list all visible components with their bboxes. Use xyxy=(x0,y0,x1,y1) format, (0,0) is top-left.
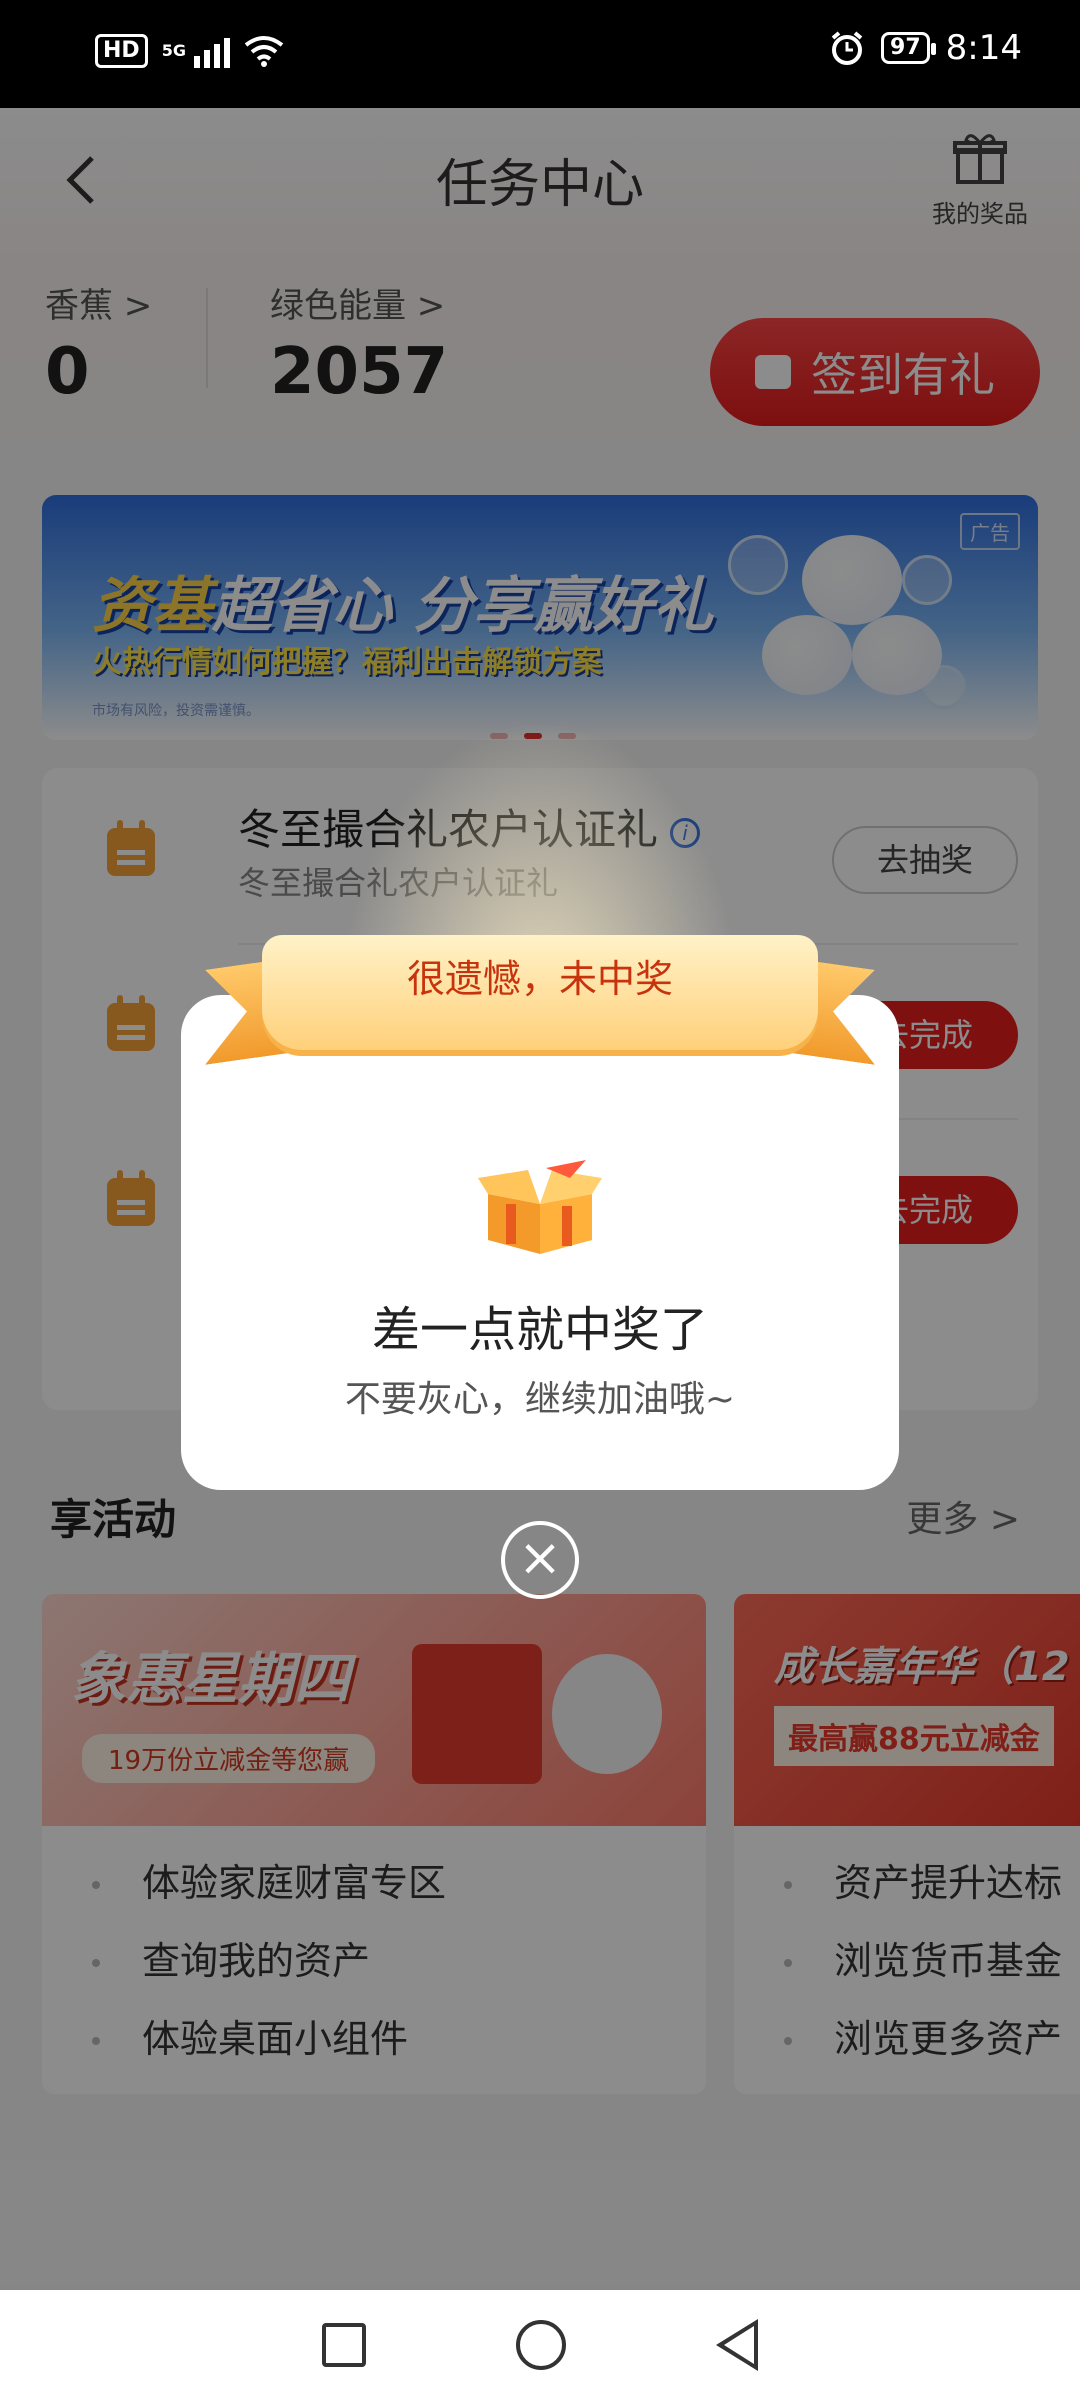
battery-indicator: 97 xyxy=(881,32,936,64)
open-box-icon xyxy=(478,1160,602,1254)
hd-badge: HD xyxy=(95,34,148,68)
dialog-subtitle: 不要灰心，继续加油哦~ xyxy=(344,1379,736,1420)
wifi-icon xyxy=(244,36,284,67)
result-ribbon: 很遗憾，未中奖 xyxy=(262,935,818,1050)
dialog-title: 差一点就中奖了 xyxy=(371,1302,708,1358)
alarm-icon xyxy=(831,31,863,65)
clock: 8:14 xyxy=(945,28,1022,68)
recents-button[interactable] xyxy=(322,2323,366,2367)
network-type: 5G xyxy=(161,41,186,60)
close-icon: × xyxy=(518,1528,562,1588)
system-back-button[interactable] xyxy=(716,2319,758,2371)
home-button[interactable] xyxy=(516,2320,566,2370)
status-bar: HD 5G 97 8:14 xyxy=(0,0,1080,108)
close-button[interactable]: × xyxy=(501,1521,579,1599)
system-nav-bar xyxy=(0,2290,1080,2400)
signal-icon xyxy=(193,34,230,68)
